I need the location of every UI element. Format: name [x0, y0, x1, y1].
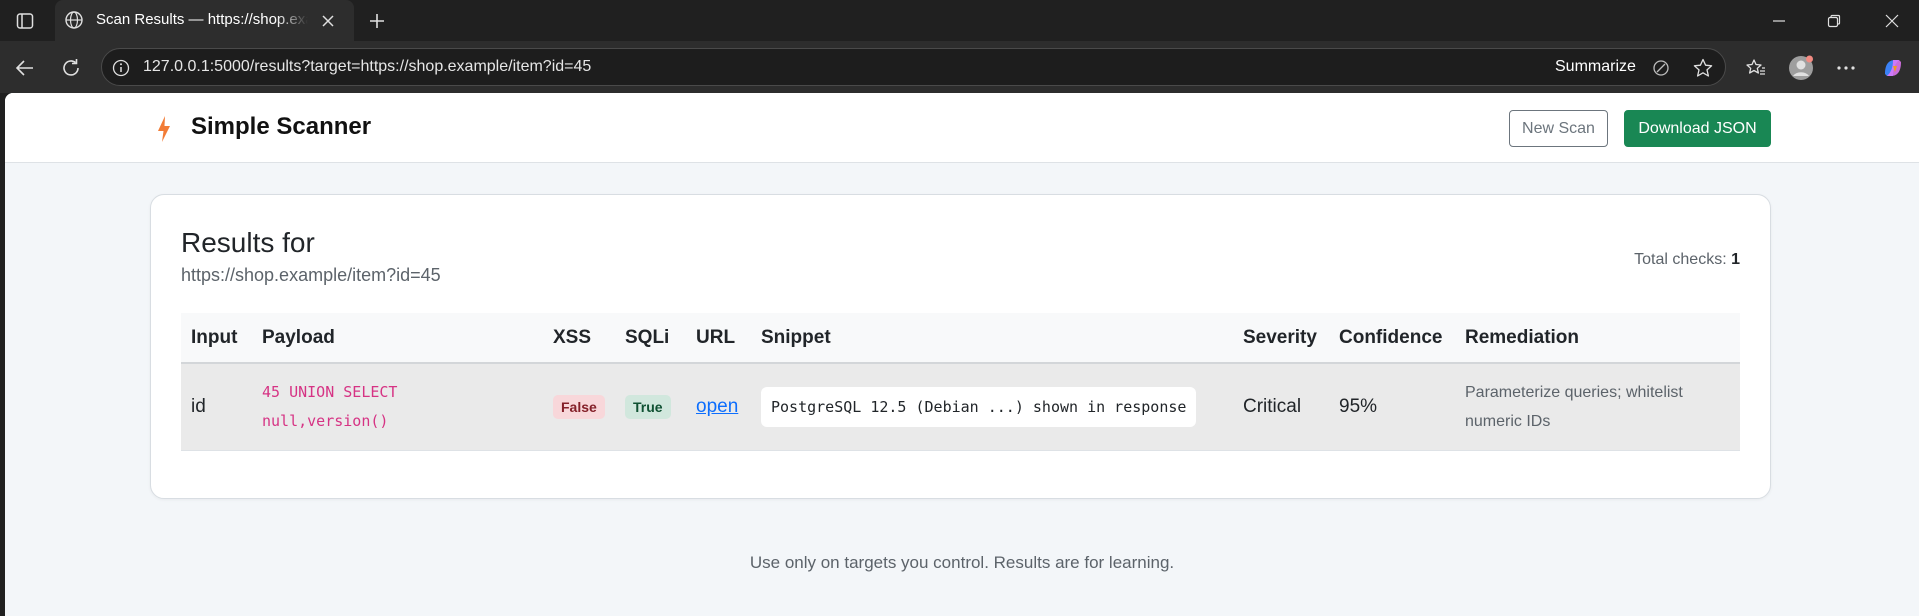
col-confidence: Confidence	[1329, 313, 1455, 364]
results-table: Input Payload XSS SQLi URL Snippet Sever…	[181, 313, 1740, 451]
cell-remediation: Parameterize queries; whitelist numeric …	[1455, 363, 1740, 451]
remediation-line-2: numeric IDs	[1465, 412, 1551, 430]
copilot-icon[interactable]	[1879, 54, 1907, 82]
globe-icon	[64, 10, 84, 30]
minimize-window-icon[interactable]	[1765, 8, 1793, 34]
results-target: https://shop.example/item?id=45	[181, 265, 441, 285]
col-xss: XSS	[543, 313, 615, 364]
restore-window-icon[interactable]	[1820, 8, 1848, 34]
more-options-icon[interactable]	[1832, 54, 1860, 82]
profile-avatar-icon[interactable]	[1787, 54, 1815, 82]
cell-sqli: True	[615, 363, 686, 451]
lightning-bolt-icon	[157, 116, 171, 142]
footer-note: Use only on targets you control. Results…	[749, 553, 1175, 572]
col-input: Input	[181, 313, 252, 364]
copilot-summarize-icon[interactable]	[1651, 58, 1671, 78]
cell-severity: Critical	[1233, 363, 1329, 451]
results-title: Results for	[181, 227, 315, 258]
favorites-icon[interactable]	[1742, 54, 1770, 82]
cell-confidence: 95%	[1329, 363, 1455, 451]
table-row: id 45 UNION SELECT null,version() False …	[181, 363, 1740, 451]
results-card: Results for https://shop.example/item?id…	[150, 194, 1771, 499]
cell-xss: False	[543, 363, 615, 451]
summarize-button[interactable]: Summarize	[1555, 58, 1636, 76]
cell-input: id	[181, 363, 252, 451]
brand-title[interactable]: Simple Scanner	[191, 113, 371, 141]
payload-line-1: 45 UNION SELECT	[262, 382, 398, 401]
col-sqli: SQLi	[615, 313, 686, 364]
reload-icon[interactable]	[57, 54, 85, 82]
col-url: URL	[686, 313, 751, 364]
total-checks-value: 1	[1731, 251, 1740, 268]
col-remediation: Remediation	[1455, 313, 1740, 364]
xss-status-badge: False	[553, 394, 605, 419]
col-payload: Payload	[252, 313, 543, 364]
cell-snippet: PostgreSQL 12.5 (Debian ...) shown in re…	[751, 363, 1233, 451]
close-window-icon[interactable]	[1878, 8, 1906, 34]
open-url-link[interactable]: open	[696, 396, 738, 417]
page-viewport: Simple Scanner New Scan Download JSON Re…	[5, 93, 1919, 616]
browser-toolbar: 127.0.0.1:5000/results?target=https://sh…	[0, 41, 1919, 93]
new-tab-icon[interactable]	[365, 9, 389, 33]
site-header: Simple Scanner New Scan Download JSON	[5, 93, 1919, 163]
cell-url: open	[686, 363, 751, 451]
new-scan-button[interactable]: New Scan	[1509, 110, 1608, 147]
sqli-status-badge: True	[625, 394, 671, 419]
site-info-icon[interactable]	[111, 58, 131, 78]
address-bar[interactable]: 127.0.0.1:5000/results?target=https://sh…	[101, 48, 1726, 86]
total-checks: Total checks: 1	[1634, 251, 1740, 269]
tab-actions-icon[interactable]	[11, 9, 39, 33]
browser-tabstrip: Scan Results — https://shop.example/item…	[0, 0, 1919, 41]
col-severity: Severity	[1233, 313, 1329, 364]
download-json-button[interactable]: Download JSON	[1624, 110, 1771, 147]
remediation-line-1: Parameterize queries; whitelist	[1465, 383, 1683, 401]
cell-payload: 45 UNION SELECT null,version()	[252, 363, 543, 451]
url-text[interactable]: 127.0.0.1:5000/results?target=https://sh…	[143, 58, 591, 76]
favorite-star-icon[interactable]	[1692, 57, 1714, 79]
payload-line-2: null,version()	[262, 411, 389, 430]
close-tab-icon[interactable]	[318, 11, 338, 31]
total-checks-label: Total checks:	[1634, 251, 1727, 268]
back-arrow-icon[interactable]	[11, 54, 39, 82]
table-header-row: Input Payload XSS SQLi URL Snippet Sever…	[181, 313, 1740, 364]
browser-tab-active[interactable]: Scan Results — https://shop.example/item…	[55, 0, 354, 41]
snippet-text: PostgreSQL 12.5 (Debian ...) shown in re…	[761, 386, 1197, 427]
tab-title: Scan Results — https://shop.example/item…	[96, 11, 308, 28]
col-snippet: Snippet	[751, 313, 1233, 364]
